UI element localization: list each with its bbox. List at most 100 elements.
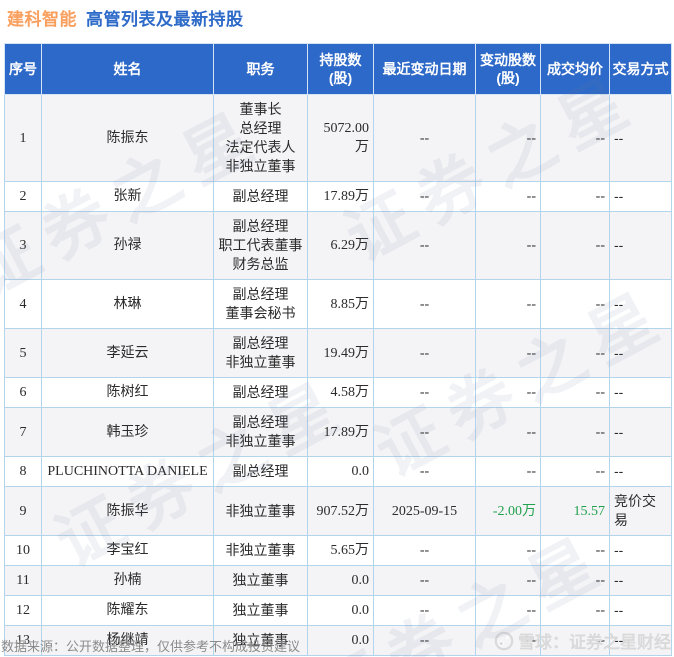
cell-price: -- [540,456,610,487]
cell-positions: 副总经理 董事会秘书 [213,279,308,329]
cell-price: 15.57 [540,486,610,536]
cell-method: -- [609,279,672,329]
stock-name: 建科智能 [7,10,77,29]
cell-no: 10 [4,535,42,566]
cell-date: -- [373,377,476,408]
cell-change: -- [475,595,541,626]
cell-name: PLUCHINOTTA DANIELE [41,456,214,487]
cell-change: -- [475,535,541,566]
page: 建科智能 高管列表及最新持股 序号 姓名 职务 持股数 (股) 最近变动日期 变动股数 (股… [0,0,674,657]
table-row: 9 陈振华 非独立董事 907.52万 2025-09-15 -2.00万 15.57 竞价交… [4,486,672,536]
cell-method: -- [609,565,672,596]
cell-date: -- [373,328,476,378]
cell-name: 韩玉珍 [41,407,214,457]
cell-no: 3 [4,211,42,280]
cell-date: -- [373,595,476,626]
page-title-text: 高管列表及最新持股 [86,10,244,29]
cell-shares: 0.0 [307,456,374,487]
cell-change: -- [475,565,541,596]
cell-shares: 17.89万 [307,181,374,212]
cell-name: 陈耀东 [41,595,214,626]
cell-no: 9 [4,486,42,536]
cell-no: 11 [4,565,42,596]
cell-name: 孙楠 [41,565,214,596]
cell-positions: 副总经理 [213,377,308,408]
data-source-note: 数据来源：公开数据整理，仅供参考不构成投资建议 [1,639,301,654]
cell-date: 2025-09-15 [373,486,476,536]
cell-positions: 副总经理 非独立董事 [213,407,308,457]
cell-date: -- [373,279,476,329]
table-row: 7 韩玉珍 副总经理 非独立董事 17.89万 -- -- -- -- [4,407,672,457]
cell-date: -- [373,565,476,596]
cell-method: -- [609,456,672,487]
cell-shares: 8.85万 [307,279,374,329]
table-row: 5 李延云 副总经理 非独立董事 19.49万 -- -- -- -- [4,328,672,378]
table-row: 11 孙楠 独立董事 0.0 -- -- -- -- [4,565,672,596]
cell-date: -- [373,181,476,212]
table-row: 10 李宝红 非独立董事 5.65万 -- -- -- -- [4,535,672,566]
cell-no: 6 [4,377,42,408]
column-header: 变动股数 (股) [475,43,541,95]
cell-price: -- [540,377,610,408]
cell-change: -- [475,377,541,408]
cell-positions: 董事长 总经理 法定代表人 非独立董事 [213,94,308,182]
cell-name: 陈振华 [41,486,214,536]
cell-date: -- [373,456,476,487]
cell-positions: 副总经理 [213,456,308,487]
cell-name: 张新 [41,181,214,212]
cell-price: -- [540,211,610,280]
cell-name: 李宝红 [41,535,214,566]
cell-date: -- [373,211,476,280]
cell-shares: 907.52万 [307,486,374,536]
cell-no: 1 [4,94,42,182]
cell-method: -- [609,377,672,408]
table-row: 4 林琳 副总经理 董事会秘书 8.85万 -- -- -- -- [4,279,672,329]
cell-name: 陈树红 [41,377,214,408]
brand-watermark: 雪球：证券之星财经 [494,628,671,653]
cell-price: -- [540,407,610,457]
cell-no: 2 [4,181,42,212]
cell-name: 孙禄 [41,211,214,280]
cell-price: -- [540,328,610,378]
cell-positions: 副总经理 非独立董事 [213,328,308,378]
cell-price: -- [540,535,610,566]
column-header: 持股数 (股) [307,43,374,95]
cell-date: -- [373,94,476,182]
cell-change: -- [475,181,541,212]
cell-shares: 0.0 [307,595,374,626]
cell-price: -- [540,565,610,596]
cell-method: -- [609,94,672,182]
cell-positions: 独立董事 [213,565,308,596]
cell-date: -- [373,625,476,656]
cell-price: -- [540,595,610,626]
table-row: 2 张新 副总经理 17.89万 -- -- -- -- [4,181,672,212]
cell-shares: 19.49万 [307,328,374,378]
cell-price: -- [540,181,610,212]
cell-method: -- [609,595,672,626]
table-row: 3 孙禄 副总经理 职工代表董事 财务总监 6.29万 -- -- -- -- [4,211,672,280]
cell-method: -- [609,535,672,566]
cell-positions: 非独立董事 [213,535,308,566]
cell-method: -- [609,211,672,280]
cell-price: -- [540,279,610,329]
cell-change: -- [475,456,541,487]
column-header: 序号 [4,43,42,95]
cell-no: 8 [4,456,42,487]
cell-name: 林琳 [41,279,214,329]
cell-no: 5 [4,328,42,378]
column-header: 交易方式 [609,43,672,95]
table-row: 12 陈耀东 独立董事 0.0 -- -- -- -- [4,595,672,626]
table-row: 1 陈振东 董事长 总经理 法定代表人 非独立董事 5072.00万 -- -- -- -- [4,94,672,182]
cell-change: -- [475,279,541,329]
column-header: 姓名 [41,43,214,95]
cell-name: 陈振东 [41,94,214,182]
cell-no: 7 [4,407,42,457]
cell-shares: 0.0 [307,565,374,596]
cell-name: 李延云 [41,328,214,378]
cell-method: 竞价交易 [609,486,672,536]
cell-shares: 17.89万 [307,407,374,457]
column-header: 职务 [213,43,308,95]
cell-positions: 非独立董事 [213,486,308,536]
cell-positions: 独立董事 [213,595,308,626]
brand-watermark-label: 雪球：证券之星财经 [518,633,671,652]
